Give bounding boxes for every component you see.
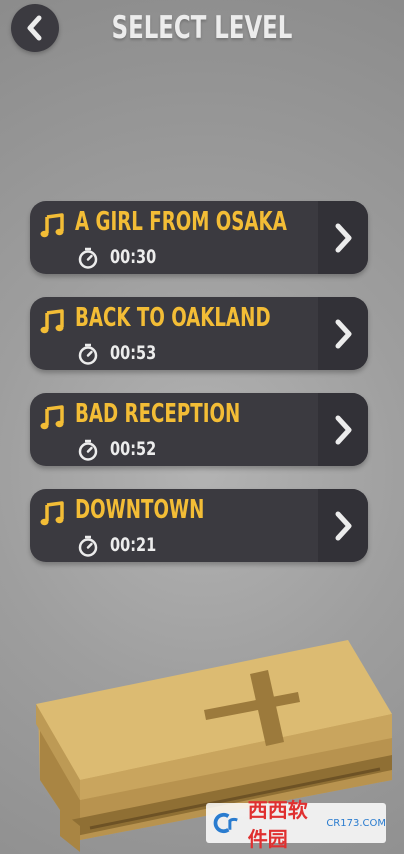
level-name: BACK TO OAKLAND: [75, 303, 271, 333]
play-arrow-area[interactable]: [318, 201, 368, 274]
level-name: A GIRL FROM OSAKA: [75, 207, 287, 237]
level-duration: 00:30: [110, 246, 157, 268]
cr-logo-icon: [213, 812, 238, 834]
music-note-icon: [40, 213, 64, 238]
level-card[interactable]: A GIRL FROM OSAKA 00:30: [30, 201, 368, 274]
level-duration: 00:52: [110, 438, 157, 460]
level-card[interactable]: DOWNTOWN 00:21: [30, 489, 368, 562]
play-arrow-area[interactable]: [318, 297, 368, 370]
music-note-icon: [40, 405, 64, 430]
chevron-right-icon: [335, 319, 352, 348]
watermark-logo: 西西软件园 CR173.COM: [206, 798, 386, 851]
stopwatch-icon: [78, 247, 98, 269]
watermark-brand: 西西软件园: [247, 798, 308, 851]
chevron-right-icon: [335, 511, 352, 540]
level-duration: 00:21: [110, 534, 157, 556]
page-title: SELECT LEVEL: [111, 10, 293, 46]
level-list: A GIRL FROM OSAKA 00:30 BACK TO OAKLAND …: [30, 201, 368, 585]
level-duration: 00:53: [110, 342, 157, 364]
level-name: DOWNTOWN: [75, 495, 205, 525]
chevron-right-icon: [335, 415, 352, 444]
stopwatch-icon: [78, 439, 98, 461]
level-name: BAD RECEPTION: [75, 399, 241, 429]
stopwatch-icon: [78, 535, 98, 557]
music-note-icon: [40, 309, 64, 334]
level-card[interactable]: BAD RECEPTION 00:52: [30, 393, 368, 466]
stopwatch-icon: [78, 343, 98, 365]
level-card[interactable]: BACK TO OAKLAND 00:53: [30, 297, 368, 370]
music-note-icon: [40, 501, 64, 526]
play-arrow-area[interactable]: [318, 489, 368, 562]
watermark-site: CR173.COM: [326, 817, 386, 829]
play-arrow-area[interactable]: [318, 393, 368, 466]
chevron-right-icon: [335, 223, 352, 252]
